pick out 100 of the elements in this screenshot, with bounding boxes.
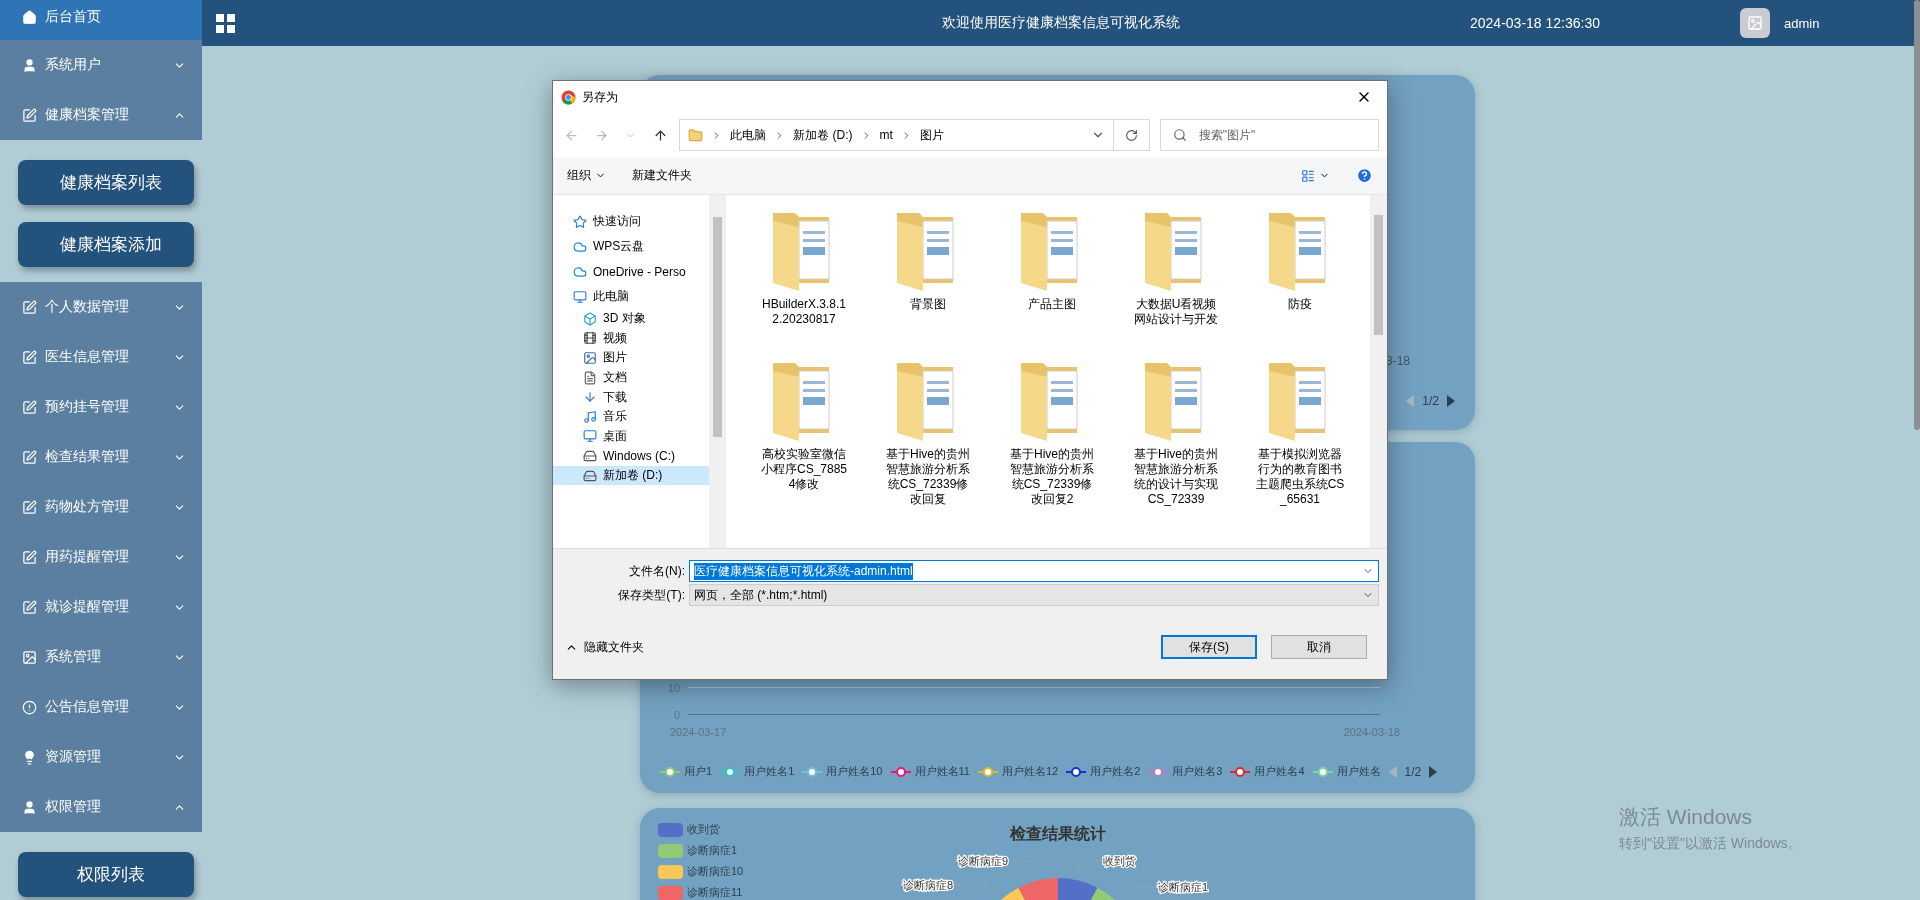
new-folder-button[interactable]: 新建文件夹 (632, 167, 692, 184)
sidebar-menu-item[interactable]: 就诊提醒管理 (0, 582, 202, 632)
search-icon (1172, 128, 1187, 142)
sidebar-menu-item[interactable]: 个人数据管理 (0, 282, 202, 332)
navigation-item[interactable]: Windows (C:) (553, 446, 709, 466)
folder-name[interactable]: 产品主图 (1006, 297, 1098, 312)
info-icon (22, 699, 37, 715)
sidebar-menu-item[interactable]: 资源管理 (0, 732, 202, 782)
avatar[interactable] (1740, 8, 1770, 38)
legend-item[interactable]: 诊断病症10 (658, 864, 744, 879)
lightbulb-icon (22, 749, 37, 765)
navigation-item[interactable]: 桌面 (553, 426, 709, 447)
submenu-button[interactable]: 健康档案列表 (18, 160, 194, 205)
film-icon (583, 331, 597, 346)
desktop-icon (583, 429, 597, 444)
folder-name[interactable]: 大数据U看视频网站设计与开发 (1130, 297, 1222, 327)
address-bar[interactable]: 此电脑 新加卷 (D:) mt 图片 (679, 119, 1150, 151)
breadcrumb-item[interactable]: mt (879, 128, 893, 142)
navigation-item[interactable]: 文档 (553, 367, 709, 388)
dialog-button[interactable]: 取消 (1271, 635, 1367, 659)
sidebar-menu-item[interactable]: 系统管理 (0, 632, 202, 682)
folder-name[interactable]: 背景图 (882, 297, 974, 312)
sidebar-menu-item[interactable]: 公告信息管理 (0, 682, 202, 732)
legend-item[interactable]: 用户姓名3 (1148, 764, 1223, 779)
sidebar-menu-item[interactable]: 系统用户 (0, 40, 202, 90)
scrollbar[interactable] (1370, 195, 1387, 548)
folder-name[interactable]: 基于模拟浏览器行为的教育图书主题爬虫系统CS_65631 (1254, 447, 1346, 507)
legend-item[interactable]: 用户姓名10 (802, 764, 883, 779)
note-icon (22, 449, 37, 465)
drive-icon (583, 468, 597, 483)
grid-menu-icon[interactable] (216, 13, 235, 33)
navigation-item[interactable]: WPS云盘 (553, 234, 709, 259)
hide-folders-toggle[interactable]: 隐藏文件夹 (565, 638, 644, 656)
help-icon[interactable] (1356, 167, 1373, 184)
folder-name[interactable]: 基于Hive的贵州智慧旅游分析系统的设计与实现CS_72339 (1130, 447, 1222, 507)
navigation-item[interactable]: 快速访问 (553, 209, 709, 234)
navigation-item[interactable]: 视频 (553, 328, 709, 349)
navigation-item[interactable]: 3D 对象 (553, 309, 709, 329)
folder-name[interactable]: HBuilderX.3.8.12.20230817 (758, 297, 850, 327)
document-icon (583, 370, 597, 385)
page-indicator: 1/2 (1422, 394, 1439, 408)
date-time: 2024-03-18 12:36:30 (1470, 15, 1600, 31)
sidebar-menu-item[interactable]: 药物处方管理 (0, 482, 202, 532)
note-icon (22, 549, 37, 565)
legend-item[interactable]: 用户姓名 (1312, 764, 1381, 779)
sidebar-menu-item[interactable]: 健康档案管理 (0, 90, 202, 140)
legend-item[interactable]: 诊断病症11 (658, 885, 744, 900)
image-icon (1747, 15, 1763, 31)
navigation-item[interactable]: OneDrive - Perso (553, 259, 709, 284)
user-name: admin (1784, 15, 1820, 31)
scrollbar-thumb[interactable] (1914, 0, 1920, 430)
file-type-dropdown[interactable]: 网页，全部 (*.htm;*.html) (689, 584, 1379, 606)
organize-button[interactable]: 组织 (567, 167, 606, 184)
submenu-button[interactable]: 权限列表 (18, 852, 194, 897)
sidebar-menu-item[interactable]: 权限管理 (0, 782, 202, 832)
legend-item[interactable]: 用户1 (660, 764, 713, 779)
sidebar-menu-item[interactable]: 医生信息管理 (0, 332, 202, 382)
folder-name[interactable]: 基于Hive的贵州智慧旅游分析系统CS_72339修改回复2 (1006, 447, 1098, 507)
search-field[interactable]: 搜索"图片" (1159, 119, 1379, 151)
sidebar-menu-item[interactable]: 检查结果管理 (0, 432, 202, 482)
legend-item[interactable]: 诊断病症1 (658, 843, 744, 858)
navigation-item[interactable]: 下载 (553, 387, 709, 407)
next-page-icon[interactable] (1429, 765, 1438, 778)
breadcrumb-item[interactable]: 图片 (919, 126, 944, 144)
sidebar-menu-item[interactable]: 用药提醒管理 (0, 532, 202, 582)
folder-name[interactable]: 防疫 (1254, 297, 1346, 312)
note-icon (22, 107, 37, 123)
star-icon (573, 214, 587, 229)
dialog-title: 另存为 (582, 88, 619, 106)
chart-title: 检查结果统计 (1009, 824, 1106, 844)
sidebar-menu-item[interactable]: 后台首页 (0, 0, 202, 40)
navigation-item[interactable]: 新加卷 (D:) (553, 465, 709, 486)
legend-item[interactable]: 用户姓名1 (720, 764, 795, 779)
image-icon (583, 351, 597, 365)
filename-field[interactable]: 医疗健康档案信息可视化系统-admin.html (689, 560, 1379, 582)
legend-item[interactable]: 收到货 (658, 822, 744, 837)
breadcrumb-item[interactable]: 此电脑 (730, 126, 767, 144)
submenu-button[interactable]: 健康档案添加 (18, 222, 194, 267)
note-icon (22, 349, 37, 365)
navigation-item[interactable]: 此电脑 (553, 284, 709, 309)
arrow-right-icon (593, 127, 609, 143)
scrollbar[interactable] (709, 195, 726, 548)
breadcrumb-item[interactable]: 新加卷 (D:) (793, 126, 853, 144)
navigation-item[interactable]: 图片 (553, 348, 709, 368)
dialog-button[interactable]: 保存(S) (1161, 635, 1257, 659)
folder-icon (688, 127, 704, 143)
cloud-icon (573, 239, 587, 254)
next-page-icon[interactable] (1447, 395, 1455, 407)
note-icon (22, 599, 37, 615)
legend-item[interactable]: 用户姓名11 (890, 764, 970, 779)
folder-name[interactable]: 基于Hive的贵州智慧旅游分析系统CS_72339修改回复 (882, 447, 974, 507)
legend-item[interactable]: 用户姓名12 (977, 764, 1059, 779)
folder-name[interactable]: 高校实验室微信小程序CS_78854修改 (758, 447, 850, 492)
computer-icon (573, 289, 587, 304)
navigation-item[interactable]: 音乐 (553, 406, 709, 427)
sidebar-menu-item[interactable]: 预约挂号管理 (0, 382, 202, 432)
legend-item[interactable]: 用户姓名2 (1066, 764, 1141, 779)
legend-item[interactable]: 用户姓名4 (1230, 764, 1305, 779)
view-options-button[interactable] (1301, 168, 1330, 183)
slice-label: 收到货 (1103, 855, 1136, 867)
